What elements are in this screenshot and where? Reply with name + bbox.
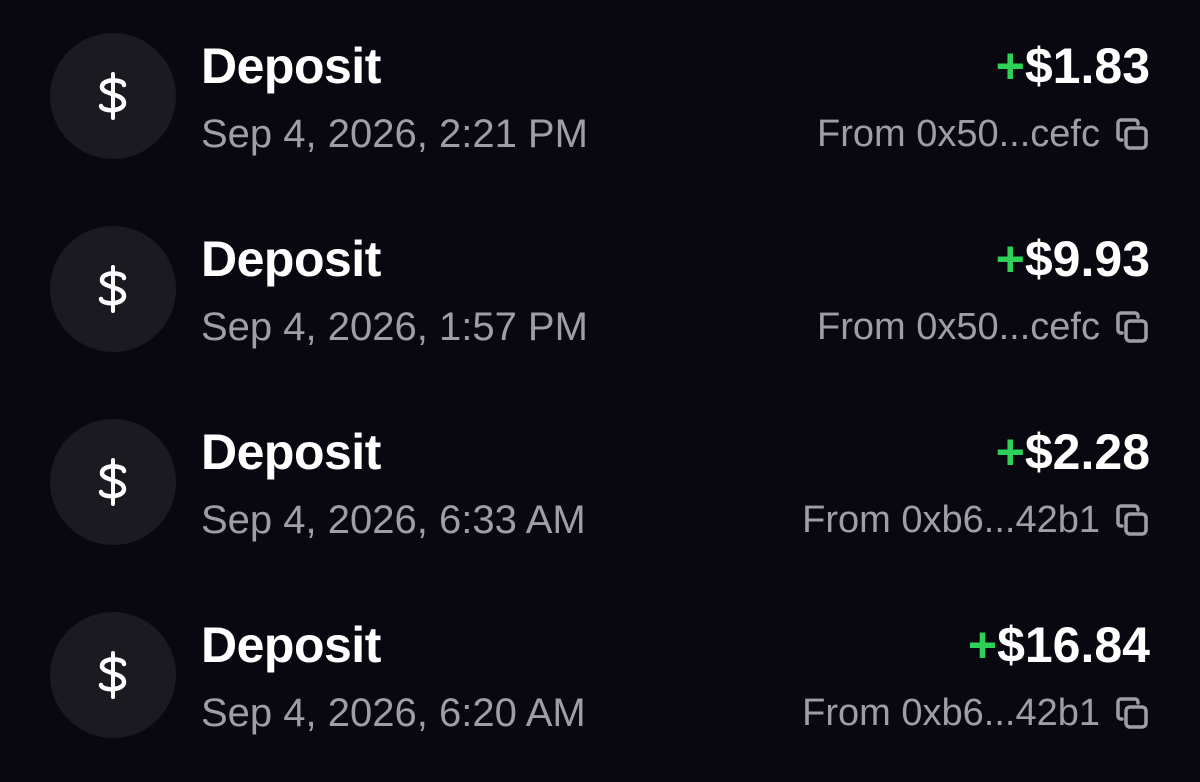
amount-value: $2.28	[1024, 424, 1150, 480]
transaction-row[interactable]: Deposit Sep 4, 2026, 6:33 AM +$2.28 From…	[0, 386, 1200, 578]
transaction-source: From 0x50...cefc	[817, 108, 1150, 160]
transaction-row[interactable]: Deposit Sep 4, 2026, 1:57 PM +$9.93 From…	[0, 193, 1200, 385]
dollar-icon	[98, 458, 127, 506]
transaction-type: Deposit	[201, 231, 381, 287]
copy-icon[interactable]	[1114, 309, 1150, 345]
transaction-avatar	[50, 33, 176, 159]
transaction-amount: +$9.93	[996, 229, 1150, 289]
dollar-icon	[98, 651, 127, 699]
source-address: From 0x50...cefc	[817, 113, 1100, 155]
transaction-datetime: Sep 4, 2026, 6:33 AM	[201, 498, 586, 542]
transaction-datetime: Sep 4, 2026, 6:20 AM	[201, 691, 586, 735]
transaction-type: Deposit	[201, 424, 381, 480]
source-address: From 0xb6...42b1	[802, 692, 1100, 734]
transaction-row[interactable]: Deposit Sep 4, 2026, 6:20 AM +$16.84 Fro…	[0, 579, 1200, 771]
amount-value: $9.93	[1024, 231, 1150, 287]
transaction-type: Deposit	[201, 38, 381, 94]
transaction-amount: +$16.84	[968, 615, 1150, 675]
amount-sign: +	[995, 424, 1025, 480]
amount-value: $16.84	[997, 617, 1150, 673]
dollar-icon	[98, 72, 127, 120]
transaction-source: From 0x50...cefc	[817, 301, 1150, 353]
transaction-type: Deposit	[201, 617, 381, 673]
transaction-avatar	[50, 419, 176, 545]
transaction-amount: +$2.28	[996, 422, 1150, 482]
transaction-avatar	[50, 612, 176, 738]
amount-value: $1.83	[1024, 38, 1150, 94]
transaction-avatar	[50, 226, 176, 352]
amount-sign: +	[967, 617, 998, 673]
transaction-datetime: Sep 4, 2026, 1:57 PM	[201, 305, 588, 349]
source-address: From 0x50...cefc	[817, 306, 1100, 348]
transaction-amount: +$1.83	[996, 36, 1150, 96]
transaction-datetime: Sep 4, 2026, 2:21 PM	[201, 112, 588, 156]
transaction-list: Deposit Sep 4, 2026, 2:21 PM +$1.83 From…	[0, 0, 1200, 782]
transaction-row[interactable]: Deposit Sep 4, 2026, 2:21 PM +$1.83 From…	[0, 0, 1200, 192]
transaction-source: From 0xb6...42b1	[802, 687, 1150, 739]
amount-sign: +	[995, 38, 1025, 94]
dollar-icon	[98, 265, 127, 313]
amount-sign: +	[995, 231, 1025, 287]
copy-icon[interactable]	[1114, 116, 1150, 152]
copy-icon[interactable]	[1114, 502, 1150, 538]
copy-icon[interactable]	[1114, 695, 1150, 731]
source-address: From 0xb6...42b1	[802, 499, 1100, 541]
transaction-source: From 0xb6...42b1	[802, 494, 1150, 546]
